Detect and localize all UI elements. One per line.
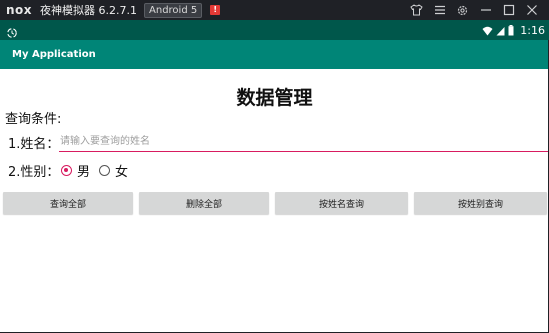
sync-icon — [6, 24, 18, 38]
gender-option-label[interactable]: 男 — [77, 161, 90, 180]
gender-option-female[interactable]: 女 — [99, 161, 128, 180]
emulator-window-controls — [405, 0, 543, 20]
battery-icon — [508, 21, 514, 40]
name-search-input[interactable]: 请输入要查询的姓名 — [59, 133, 548, 152]
name-label: 1.姓名： — [8, 137, 60, 152]
android-status-bar: 1:16 — [0, 20, 549, 40]
query-by-name-button[interactable]: 按姓名查询 — [275, 192, 408, 214]
page-title: 数据管理 — [236, 87, 313, 109]
status-icons: 1:16 — [482, 20, 545, 40]
main-content: 数据管理 查询条件: 1.姓名： 请输入要查询的姓名 2.性别： 男 女 查询全… — [0, 69, 549, 333]
close-icon[interactable] — [520, 0, 543, 20]
query-all-button[interactable]: 查询全部 — [3, 192, 133, 214]
gender-label: 2.性别： — [8, 165, 60, 180]
radio-checked-icon[interactable] — [61, 165, 72, 176]
wifi-icon — [482, 21, 493, 40]
gender-option-label[interactable]: 女 — [115, 161, 128, 180]
settings-icon[interactable] — [451, 0, 474, 20]
app-toolbar: My Application — [0, 40, 549, 69]
radio-unchecked-icon[interactable] — [99, 165, 111, 176]
nox-logo: nox — [6, 3, 33, 17]
alert-badge[interactable]: ! — [210, 5, 221, 15]
emulator-title: 夜神模拟器 6.2.7.1 — [40, 4, 138, 17]
status-clock: 1:16 — [520, 23, 545, 37]
maximize-icon[interactable] — [497, 0, 520, 20]
minimize-icon[interactable] — [474, 0, 497, 20]
action-buttons: 查询全部 删除全部 按姓名查询 按姓别查询 — [0, 192, 549, 214]
gender-option-male[interactable]: 男 — [61, 161, 90, 180]
signal-icon — [496, 21, 505, 40]
query-by-gender-button[interactable]: 按姓别查询 — [414, 192, 547, 214]
app-title: My Application — [12, 49, 96, 60]
query-conditions-label: 查询条件: — [5, 112, 62, 127]
delete-all-button[interactable]: 删除全部 — [139, 192, 269, 214]
shirt-icon[interactable] — [405, 0, 428, 20]
emulator-title-bar: nox 夜神模拟器 6.2.7.1 Android 5 ! — [0, 0, 549, 20]
android-version-badge: Android 5 — [144, 2, 203, 18]
gender-radio-group: 男 女 — [61, 161, 137, 180]
menu-icon[interactable] — [428, 0, 451, 20]
